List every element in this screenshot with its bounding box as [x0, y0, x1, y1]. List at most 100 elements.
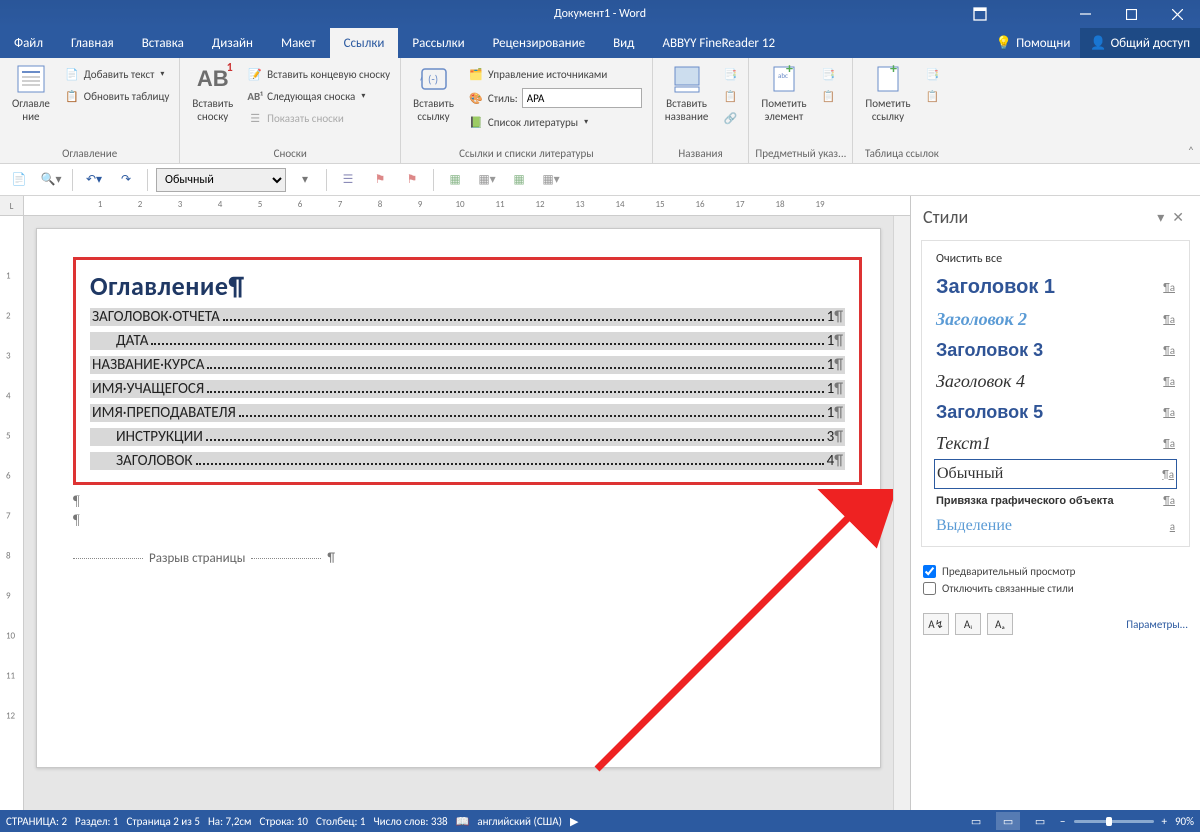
pane-dropdown-icon[interactable]: ▾: [1153, 209, 1168, 226]
status-macro-icon[interactable]: ▶: [570, 815, 578, 828]
tab-дизайн[interactable]: Дизайн: [198, 28, 267, 58]
index-sub2[interactable]: 📋: [817, 86, 841, 106]
qat-dropdown[interactable]: ▾: [292, 167, 318, 193]
view-web-button[interactable]: ▭: [1028, 812, 1052, 830]
toc-button[interactable]: Оглавле ние: [6, 60, 56, 126]
style-item[interactable]: Обычный¶a: [934, 459, 1177, 489]
toc-entry[interactable]: ИМЯ·ПРЕПОДАВАТЕЛЯ1: [90, 404, 845, 422]
qat-flag1-icon[interactable]: ⚑: [367, 167, 393, 193]
zoom-slider[interactable]: [1074, 820, 1154, 823]
style-item[interactable]: Текст1¶a: [934, 428, 1177, 459]
view-read-button[interactable]: ▭: [964, 812, 988, 830]
toc-entry[interactable]: ИМЯ·УЧАЩЕГОСЯ1: [90, 380, 845, 398]
qat-table3-icon[interactable]: ▦: [506, 167, 532, 193]
status-page[interactable]: СТРАНИЦА: 2: [6, 815, 67, 828]
tab-вид[interactable]: Вид: [599, 28, 648, 58]
citation-style-select[interactable]: [522, 88, 642, 108]
status-proofing-icon[interactable]: 📖: [456, 815, 470, 828]
qat-new-icon[interactable]: 📄: [6, 167, 32, 193]
update-table-button[interactable]: 📋Обновить таблицу: [60, 86, 174, 106]
style-item[interactable]: Заголовок 2¶a: [934, 304, 1177, 335]
tab-abbyy-finereader-12[interactable]: ABBYY FineReader 12: [648, 28, 789, 58]
next-footnote-button[interactable]: AB¹Следующая сноска▾: [243, 86, 394, 106]
page-break[interactable]: Разрыв страницы ¶: [73, 551, 862, 566]
ruler-vertical[interactable]: 123456789101112: [0, 216, 24, 810]
status-col[interactable]: Столбец: 1: [316, 815, 366, 828]
caption-sub1[interactable]: 📑: [718, 64, 742, 84]
auth-sub2[interactable]: 📋: [921, 86, 945, 106]
ribbon-display-opts[interactable]: [960, 0, 1000, 28]
zoom-level[interactable]: 90%: [1175, 815, 1194, 828]
ruler-horizontal[interactable]: L 12345678910111213141516171819: [0, 196, 910, 216]
scrollbar-vertical[interactable]: [893, 216, 910, 810]
bibliography-button[interactable]: 📗Список литературы▾: [464, 112, 646, 132]
show-footnotes-button[interactable]: ☰Показать сноски: [243, 108, 394, 128]
paragraph-mark[interactable]: ¶: [73, 493, 862, 510]
status-pos[interactable]: На: 7,2см: [208, 815, 252, 828]
insert-endnote-button[interactable]: 📝Вставить концевую сноску: [243, 64, 394, 84]
status-line[interactable]: Строка: 10: [260, 815, 309, 828]
paragraph-mark[interactable]: ¶: [73, 512, 862, 529]
style-item[interactable]: Привязка графического объекта¶a: [934, 489, 1177, 512]
qat-table4-icon[interactable]: ▦▾: [538, 167, 564, 193]
qat-search-icon[interactable]: 🔍▾: [38, 167, 64, 193]
toc-entry[interactable]: ЗАГОЛОВОК·ОТЧЕТА1: [90, 308, 845, 326]
view-print-button[interactable]: ▭: [996, 812, 1020, 830]
tab-рецензирование[interactable]: Рецензирование: [479, 28, 599, 58]
style-selector[interactable]: Обычный: [156, 168, 286, 192]
toc-entry[interactable]: ДАТА1: [90, 332, 845, 350]
mark-citation-button[interactable]: + Пометить ссылку: [859, 60, 916, 126]
close-button[interactable]: [1154, 0, 1200, 28]
status-section[interactable]: Раздел: 1: [75, 815, 118, 828]
style-inspector-button[interactable]: Aᵢ: [955, 613, 981, 635]
zoom-out-button[interactable]: −: [1060, 815, 1065, 828]
manage-styles-button[interactable]: Aₐ: [987, 613, 1013, 635]
tab-файл[interactable]: Файл: [0, 28, 57, 58]
minimize-button[interactable]: [1062, 0, 1108, 28]
auth-sub1[interactable]: 📑: [921, 64, 945, 84]
toc-title[interactable]: Оглавление: [90, 270, 845, 302]
style-item[interactable]: Заголовок 4¶a: [934, 366, 1177, 397]
tab-рассылки[interactable]: Рассылки: [398, 28, 478, 58]
tab-главная[interactable]: Главная: [57, 28, 128, 58]
document-canvas[interactable]: Оглавление ЗАГОЛОВОК·ОТЧЕТА1 ДАТА1 НАЗВАНИ…: [24, 216, 893, 810]
style-item[interactable]: Заголовок 3¶a: [934, 335, 1177, 366]
redo-button[interactable]: ↷: [113, 167, 139, 193]
toc-entry[interactable]: ИНСТРУКЦИИ3: [90, 428, 845, 446]
tab-ссылки[interactable]: Ссылки: [330, 28, 399, 58]
disable-linked-checkbox[interactable]: Отключить связанные стили: [923, 582, 1188, 595]
style-item[interactable]: Заголовок 1¶a: [934, 271, 1177, 304]
tab-макет[interactable]: Макет: [267, 28, 330, 58]
maximize-button[interactable]: [1108, 0, 1154, 28]
pane-close-button[interactable]: ✕: [1168, 209, 1188, 226]
style-options-link[interactable]: Параметры...: [1126, 618, 1188, 631]
qat-flag2-icon[interactable]: ⚑: [399, 167, 425, 193]
status-lang[interactable]: английский (США): [477, 815, 562, 828]
insert-caption-button[interactable]: Вставить название: [659, 60, 715, 126]
manage-sources-button[interactable]: 🗂️Управление источниками: [464, 64, 646, 84]
style-item[interactable]: Заголовок 5¶a: [934, 397, 1177, 428]
caption-sub3[interactable]: 🔗: [718, 108, 742, 128]
tell-me[interactable]: 💡Помощни: [986, 28, 1081, 58]
add-text-button[interactable]: 📄Добавить текст▾: [60, 64, 174, 84]
style-item[interactable]: Выделениеa: [934, 512, 1177, 540]
insert-citation-button[interactable]: (-) Вставить ссылку: [407, 60, 460, 126]
new-style-button[interactable]: A↯: [923, 613, 949, 635]
qat-table2-icon[interactable]: ▦▾: [474, 167, 500, 193]
toc-entry[interactable]: НАЗВАНИЕ·КУРСА1: [90, 356, 845, 374]
qat-list-icon[interactable]: ☰: [335, 167, 361, 193]
tab-вставка[interactable]: Вставка: [128, 28, 198, 58]
qat-table1-icon[interactable]: ▦: [442, 167, 468, 193]
status-words[interactable]: Число слов: 338: [374, 815, 448, 828]
mark-entry-button[interactable]: abc+ Пометить элемент: [755, 60, 812, 126]
collapse-ribbon-icon[interactable]: ˄: [1188, 145, 1194, 159]
zoom-in-button[interactable]: +: [1162, 815, 1167, 828]
share-button[interactable]: 👤Общий доступ: [1080, 28, 1200, 58]
clear-all-button[interactable]: Очистить все: [934, 247, 1177, 271]
citation-style[interactable]: 🎨Стиль:: [464, 86, 646, 110]
undo-button[interactable]: ↶▾: [81, 167, 107, 193]
index-sub1[interactable]: 📑: [817, 64, 841, 84]
preview-checkbox[interactable]: Предварительный просмотр: [923, 565, 1188, 578]
ruler-corner[interactable]: L: [0, 196, 24, 216]
insert-footnote-button[interactable]: AB1 Вставить сноску: [186, 60, 239, 126]
